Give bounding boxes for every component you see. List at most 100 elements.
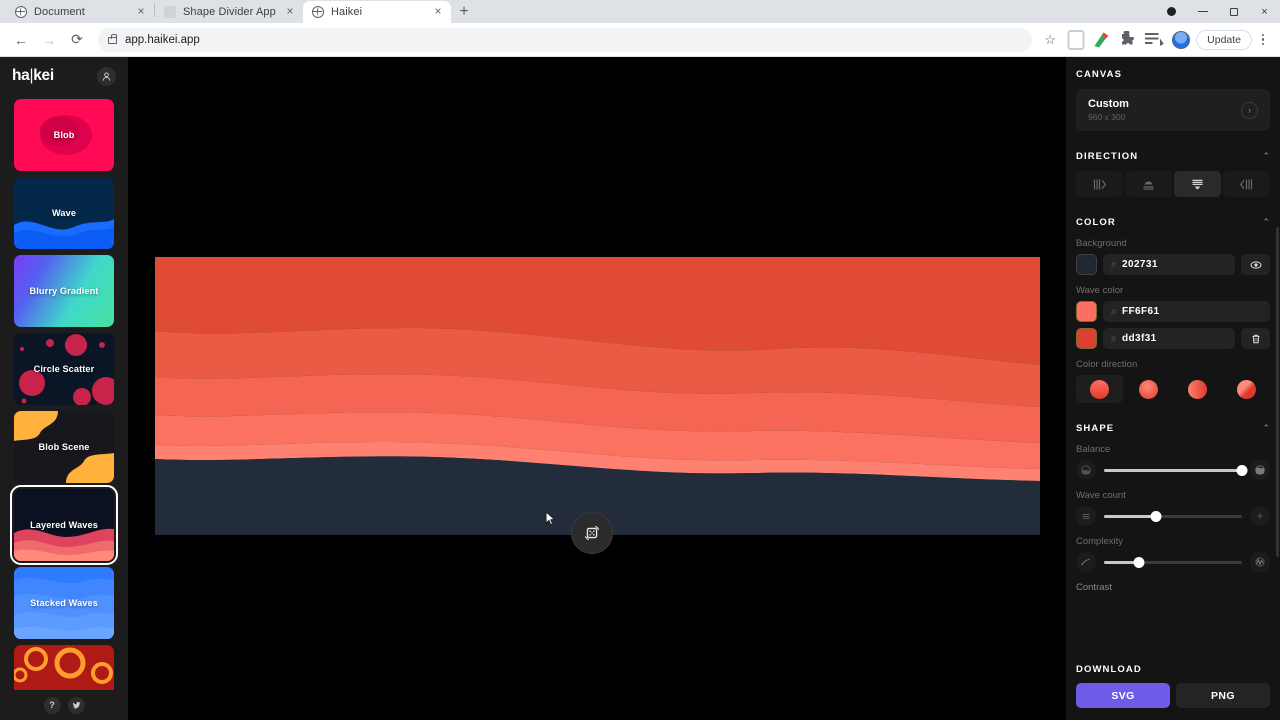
tab-close-icon[interactable]: ×	[134, 5, 148, 19]
minimize-icon[interactable]	[1187, 0, 1218, 23]
wave-hex-value-2: dd3f31	[1122, 333, 1157, 344]
forward-icon[interactable]: →	[36, 27, 62, 53]
balance-knob[interactable]	[1236, 464, 1248, 476]
haikei-logo[interactable]: ha|kei	[12, 67, 54, 85]
direction-right-button[interactable]	[1076, 171, 1123, 197]
plus-icon[interactable]: +	[1250, 506, 1270, 526]
bookmark-star-icon[interactable]: ☆	[1038, 28, 1062, 52]
direction-down-button[interactable]	[1174, 171, 1221, 197]
balance-high-icon[interactable]	[1250, 460, 1270, 480]
color-section: COLOR ⌃ Background # 202731 Wave color #…	[1076, 217, 1270, 403]
shuffle-dice-icon	[584, 525, 600, 541]
extension-grey-icon[interactable]	[1064, 28, 1088, 52]
account-avatar-icon[interactable]	[97, 66, 116, 86]
theme-dot-icon[interactable]	[1156, 0, 1187, 23]
preset-layered-waves[interactable]: Layered Waves	[10, 485, 118, 565]
download-svg-button[interactable]: SVG	[1076, 683, 1170, 708]
update-button[interactable]: Update	[1196, 29, 1252, 50]
randomize-button[interactable]	[571, 512, 613, 554]
balance-label: Balance	[1076, 444, 1111, 455]
preset-label: Blob	[53, 130, 75, 140]
trash-icon	[1251, 334, 1260, 343]
wave-color-label: Wave color	[1076, 285, 1124, 296]
preset-list[interactable]: Blob Wave Blurry Gradient Circle Scatter…	[0, 95, 128, 690]
wave-swatch-1[interactable]	[1076, 301, 1097, 322]
chevron-up-icon[interactable]: ⌃	[1262, 151, 1270, 162]
background-hex-input[interactable]: # 202731	[1103, 254, 1235, 275]
settings-panel: CANVAS Custom 960 x 300 › DIRECTION ⌃ CO…	[1066, 57, 1280, 720]
background-hex-value: 202731	[1122, 259, 1158, 270]
preset-label: Circle Scatter	[33, 364, 95, 374]
preset-label: Stacked Waves	[30, 598, 98, 608]
contrast-label: Contrast	[1076, 582, 1112, 593]
wave-hex-input-2[interactable]: # dd3f31	[1103, 328, 1235, 349]
panel-scrollbar[interactable]	[1276, 227, 1279, 557]
tab-document[interactable]: Document ×	[6, 1, 154, 23]
help-icon[interactable]: ?	[43, 696, 61, 714]
wave-hex-input-1[interactable]: # FF6F61	[1103, 301, 1270, 322]
complexity-low-icon[interactable]	[1076, 552, 1096, 572]
wave-count-knob[interactable]	[1150, 510, 1162, 522]
complexity-knob[interactable]	[1133, 556, 1144, 568]
balance-fill	[1104, 468, 1242, 472]
chrome-menu-icon[interactable]	[1254, 33, 1272, 46]
gradient-vertical-icon	[1090, 379, 1109, 399]
wave-hex-value-1: FF6F61	[1122, 306, 1160, 317]
reading-list-icon[interactable]	[1142, 28, 1166, 52]
back-icon[interactable]: ←	[8, 27, 34, 53]
extensions-puzzle-icon[interactable]	[1116, 28, 1140, 52]
background-color-row: # 202731	[1076, 254, 1270, 275]
chevron-right-icon[interactable]: ›	[1241, 101, 1258, 119]
tab-shape-divider-app[interactable]: Shape Divider App ×	[155, 1, 303, 23]
download-png-button[interactable]: PNG	[1176, 683, 1270, 708]
artboard[interactable]	[155, 257, 1040, 535]
canvas-dimensions: 960 x 300	[1088, 112, 1126, 122]
preset-circle-scatter[interactable]: Circle Scatter	[14, 333, 114, 405]
profile-avatar[interactable]	[1172, 30, 1191, 49]
gradient-vertical-button[interactable]	[1076, 375, 1123, 403]
preset-wave[interactable]: Wave	[14, 177, 114, 249]
visibility-toggle-button[interactable]	[1241, 254, 1270, 275]
chevron-up-icon[interactable]: ⌃	[1262, 217, 1270, 228]
gradient-radial-icon	[1139, 379, 1158, 399]
gradient-diagonal-button[interactable]	[1223, 375, 1270, 403]
balance-track[interactable]	[1104, 464, 1248, 476]
close-window-icon[interactable]: ×	[1249, 0, 1280, 23]
tab-haikei[interactable]: Haikei ×	[303, 1, 451, 23]
gradient-horizontal-button[interactable]	[1174, 375, 1221, 403]
reload-icon[interactable]: ⟳	[64, 27, 90, 53]
twitter-icon[interactable]	[67, 696, 85, 714]
preset-blob-scene[interactable]: Blob Scene	[14, 411, 114, 483]
delete-wave-color-button[interactable]	[1241, 328, 1270, 349]
preset-label: Layered Waves	[30, 520, 98, 530]
balance-low-icon[interactable]	[1076, 460, 1096, 480]
new-tab-button[interactable]: +	[451, 1, 477, 23]
preset-stacked-waves[interactable]: Stacked Waves	[14, 567, 114, 639]
maximize-icon[interactable]	[1218, 0, 1249, 23]
complexity-high-icon[interactable]	[1250, 552, 1270, 572]
blank-favicon-icon	[164, 6, 176, 18]
preset-blob[interactable]: Blob	[14, 99, 114, 171]
window-controls: ×	[1156, 0, 1280, 23]
gradient-radial-button[interactable]	[1125, 375, 1172, 403]
url-input[interactable]: app.haikei.app	[98, 27, 1033, 52]
colorpick-icon[interactable]	[1090, 28, 1114, 52]
preset-blurry-gradient[interactable]: Blurry Gradient	[14, 255, 114, 327]
tab-close-icon[interactable]: ×	[431, 5, 445, 19]
direction-left-button[interactable]	[1223, 171, 1270, 197]
background-swatch[interactable]	[1076, 254, 1097, 275]
direction-up-button[interactable]	[1125, 171, 1172, 197]
hash-icon: #	[1111, 306, 1117, 317]
wave-swatch-2[interactable]	[1076, 328, 1097, 349]
canvas-section-heading: CANVAS	[1076, 69, 1123, 80]
complexity-track[interactable]	[1104, 556, 1242, 568]
tab-close-icon[interactable]: ×	[283, 5, 297, 19]
preset-circle-rings[interactable]	[14, 645, 114, 690]
color-direction-label: Color direction	[1076, 359, 1138, 370]
background-label: Background	[1076, 238, 1127, 249]
browser-window: Document × Shape Divider App × Haikei × …	[0, 0, 1280, 720]
minus-icon[interactable]	[1076, 506, 1096, 526]
chevron-up-icon[interactable]: ⌃	[1262, 423, 1270, 434]
wave-count-track[interactable]	[1104, 510, 1242, 522]
canvas-size-card[interactable]: Custom 960 x 300 ›	[1076, 89, 1270, 131]
